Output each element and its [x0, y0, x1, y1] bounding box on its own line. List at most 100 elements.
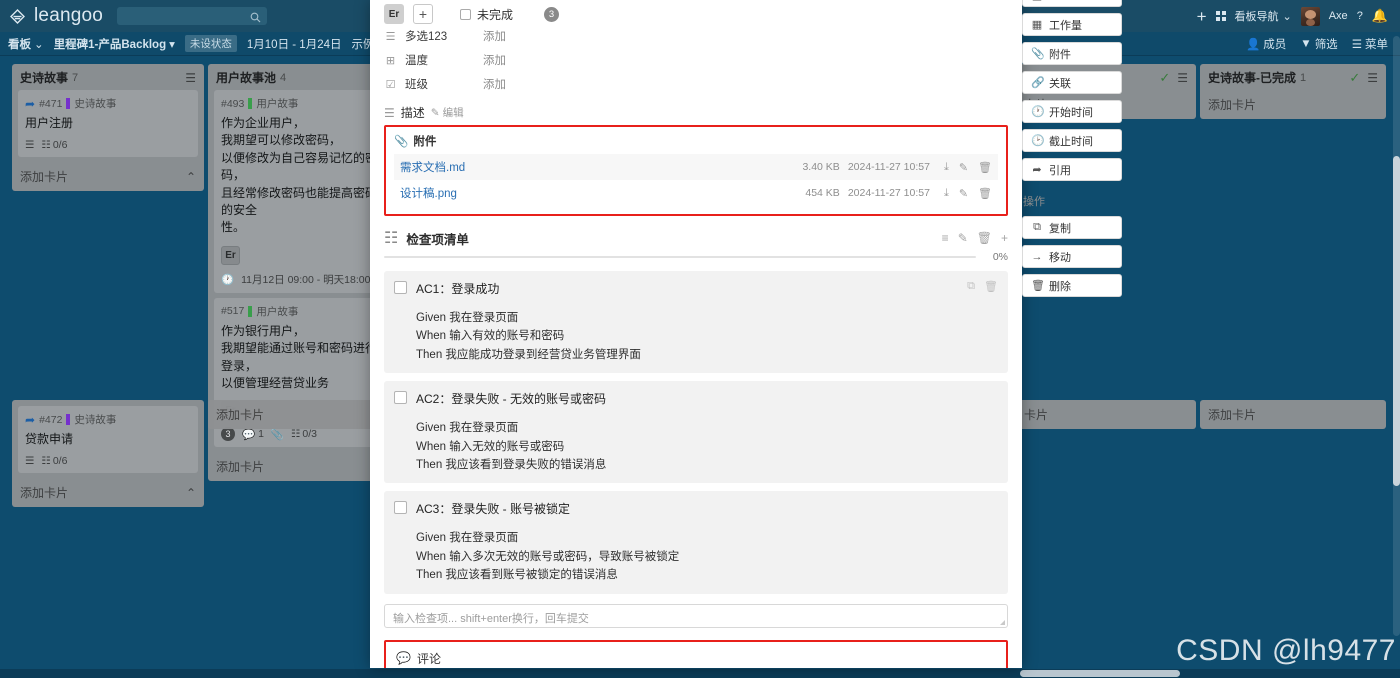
add-button[interactable]: +	[1197, 8, 1207, 25]
attachment-name[interactable]: 需求文档.md	[400, 159, 465, 175]
card-493[interactable]: #493 用户故事 作为企业用户， 我期望可以修改密码， 以便修改为自己容易记忆…	[214, 90, 394, 293]
rail-button-link[interactable]: 🔗 关联	[1022, 71, 1122, 94]
milestone-selector[interactable]: 里程碑1-产品Backlog ▾	[54, 36, 175, 52]
pencil-icon[interactable]: ✎	[959, 187, 968, 200]
attribute-add-button[interactable]: 添加	[483, 28, 506, 44]
rail-button-workload[interactable]: ▦ 工作量	[1022, 13, 1122, 36]
sort-icon[interactable]: ≡	[942, 231, 949, 245]
checklist-item-title: AC2：登录失败 - 无效的账号或密码	[416, 392, 607, 407]
checklist-item-checkbox[interactable]	[394, 501, 407, 515]
attachments-label: 附件	[413, 136, 437, 148]
trash-icon[interactable]: 🗑	[978, 161, 992, 174]
status-badge[interactable]: 未设状态	[184, 35, 237, 52]
attachment-icon: 📎	[1031, 48, 1045, 60]
checklist-item[interactable]: AC3：登录失败 - 账号被锁定 Given 我在登录页面 When 输入多次无…	[384, 491, 1008, 594]
milestone-label: 里程碑1-产品Backlog	[53, 38, 167, 51]
attachment-row[interactable]: 设计稿.png 454 KB 2024-11-27 10:57 ⤓ ✎ 🗑	[394, 180, 998, 206]
vertical-scrollbar[interactable]	[1393, 36, 1400, 636]
column-epic-stories: 史诗故事 7 ☰ ➦ #471 史诗故事 用户注册 ☰ ☷ 0/6 添加卡片 ⌃	[12, 64, 204, 192]
rail-button-delete[interactable]: 🗑 删除	[1022, 274, 1122, 297]
description-label: 描述	[400, 106, 425, 120]
rail-button-copy[interactable]: ⧉ 复制	[1022, 216, 1122, 239]
trash-icon[interactable]: 🗑	[984, 280, 998, 293]
collapse-icon[interactable]: ⌃	[186, 486, 196, 500]
filter-icon: ▼	[1300, 37, 1312, 50]
help-button[interactable]: ?	[1357, 10, 1363, 22]
filter-button[interactable]: ▼ 筛选	[1300, 36, 1337, 52]
checklist-input[interactable]: 输入检查项... shift+enter换行，回车提交	[384, 603, 1008, 628]
download-icon[interactable]: ⤓	[944, 187, 949, 200]
rail-button-deadline[interactable]: 🕑 截止时间	[1022, 129, 1122, 152]
copy-icon[interactable]: ⧉	[967, 280, 975, 293]
card-471[interactable]: ➦ #471 史诗故事 用户注册 ☰ ☷ 0/6	[18, 90, 198, 158]
brand-logo[interactable]: leangoo	[8, 5, 103, 27]
trash-icon[interactable]: 🗑	[977, 231, 992, 245]
bell-icon[interactable]: 🔔	[1372, 8, 1388, 24]
card-id-row: ➦ #471 史诗故事	[25, 96, 191, 111]
description-edit-button[interactable]: ✎ 编辑	[431, 105, 464, 120]
topbar-actions: + 看板导航 ⌄ Axe ? 🔔	[1197, 6, 1392, 26]
rail-button-quote[interactable]: ➦ 引用	[1022, 158, 1122, 181]
attachment-date: 2024-11-27 10:57	[847, 187, 930, 199]
attribute-row-multiselect[interactable]: ☰ 多选123 添加	[370, 24, 1022, 48]
assignee-row: Er + 未完成 3	[370, 0, 1022, 24]
card-472[interactable]: ➦ #472 史诗故事 贷款申请 ☰ ☷ 0/6	[18, 406, 198, 474]
add-card-button[interactable]: 卡片	[1016, 400, 1196, 429]
unfinished-status[interactable]: 未完成	[460, 6, 513, 23]
attribute-row-class[interactable]: ☑ 班级 添加	[370, 72, 1022, 96]
apps-grid-icon[interactable]	[1215, 11, 1226, 21]
checklist-count: 0/3	[302, 428, 318, 441]
add-card-button[interactable]: 添加卡片 ⌃	[12, 478, 204, 507]
add-assignee-button[interactable]: +	[413, 4, 433, 24]
attribute-add-button[interactable]: 添加	[483, 76, 506, 92]
board-tools: 👤 成员 ▼ 筛选 ☰ 菜单	[1246, 36, 1392, 52]
board-menu[interactable]: 看板 ⌄	[8, 36, 44, 52]
card-title: 作为银行用户， 我期望能通过账号和密码进行登录， 以便管理经营贷业务	[221, 323, 378, 390]
members-button[interactable]: 👤 成员	[1246, 36, 1286, 52]
checklist-item-checkbox[interactable]	[394, 281, 407, 294]
horizontal-scrollbar[interactable]	[0, 669, 1400, 678]
assignee-avatar[interactable]: Er	[384, 4, 404, 24]
card-date-text: 11月12日 09:00 - 明天18:00	[241, 273, 371, 286]
card-id-row: #517 用户故事	[221, 304, 387, 319]
attachment-name[interactable]: 设计稿.png	[400, 185, 457, 201]
card-title: 作为企业用户， 我期望可以修改密码， 以便修改为自己容易记忆的密码， 且经常修改…	[221, 116, 378, 235]
pencil-icon[interactable]: ✎	[959, 161, 968, 174]
board-nav-button[interactable]: 看板导航 ⌄	[1235, 8, 1292, 24]
trash-icon[interactable]: 🗑	[978, 187, 992, 200]
card-meta: ☰ ☷ 0/6	[25, 455, 191, 467]
menu-button[interactable]: ☰ 菜单	[1352, 36, 1388, 52]
rail-button-start-time[interactable]: 🕐 开始时间	[1022, 100, 1122, 123]
column-menu-icon[interactable]: ☰	[1177, 71, 1188, 85]
column-menu-icon[interactable]: ☰	[1367, 71, 1378, 85]
collapse-icon[interactable]: ⌃	[186, 170, 196, 184]
attachment-count-badge: 3	[221, 427, 235, 442]
checklist-item[interactable]: AC2：登录失败 - 无效的账号或密码 Given 我在登录页面 When 输入…	[384, 381, 1008, 484]
add-checklist-icon[interactable]: +	[1001, 231, 1008, 245]
rail-button-attachment[interactable]: 📎 附件	[1022, 42, 1122, 65]
attribute-row-temperature[interactable]: ⊞ 温度 添加	[370, 48, 1022, 72]
add-card-button[interactable]: 添加卡片	[1200, 400, 1386, 429]
checklist-item[interactable]: AC1：登录成功 ⧉ 🗑 Given 我在登录页面 When 输入有效的账号和密…	[384, 271, 1008, 374]
add-card-button[interactable]: 添加卡片 ⌃	[12, 162, 204, 191]
avatar[interactable]: Er	[221, 245, 240, 265]
pencil-icon[interactable]: ✎	[958, 231, 968, 245]
add-card-button[interactable]: 添加卡片	[1200, 90, 1386, 119]
add-card-label: 添加卡片	[1208, 98, 1257, 112]
attribute-add-button[interactable]: 添加	[483, 52, 506, 68]
unfinished-checkbox[interactable]	[460, 8, 471, 20]
column-menu-icon[interactable]: ☰	[185, 71, 196, 85]
rail-button-cut-off[interactable]: ▦	[1022, 0, 1122, 7]
user-avatar[interactable]	[1300, 6, 1320, 26]
card-id: #493	[221, 97, 245, 110]
user-name[interactable]: Axe	[1329, 10, 1348, 22]
download-icon[interactable]: ⤓	[944, 161, 949, 174]
rail-button-move[interactable]: → 移动	[1022, 245, 1122, 268]
attachment-row[interactable]: 需求文档.md 3.40 KB 2024-11-27 10:57 ⤓ ✎ 🗑	[394, 154, 998, 180]
description-icon: ☰	[25, 455, 35, 468]
card-tag: 史诗故事	[74, 414, 117, 426]
checklist-item-checkbox[interactable]	[394, 391, 407, 405]
workload-icon: ▦	[1031, 19, 1043, 31]
search-input[interactable]	[117, 7, 268, 25]
card-title: 用户注册	[25, 116, 74, 130]
